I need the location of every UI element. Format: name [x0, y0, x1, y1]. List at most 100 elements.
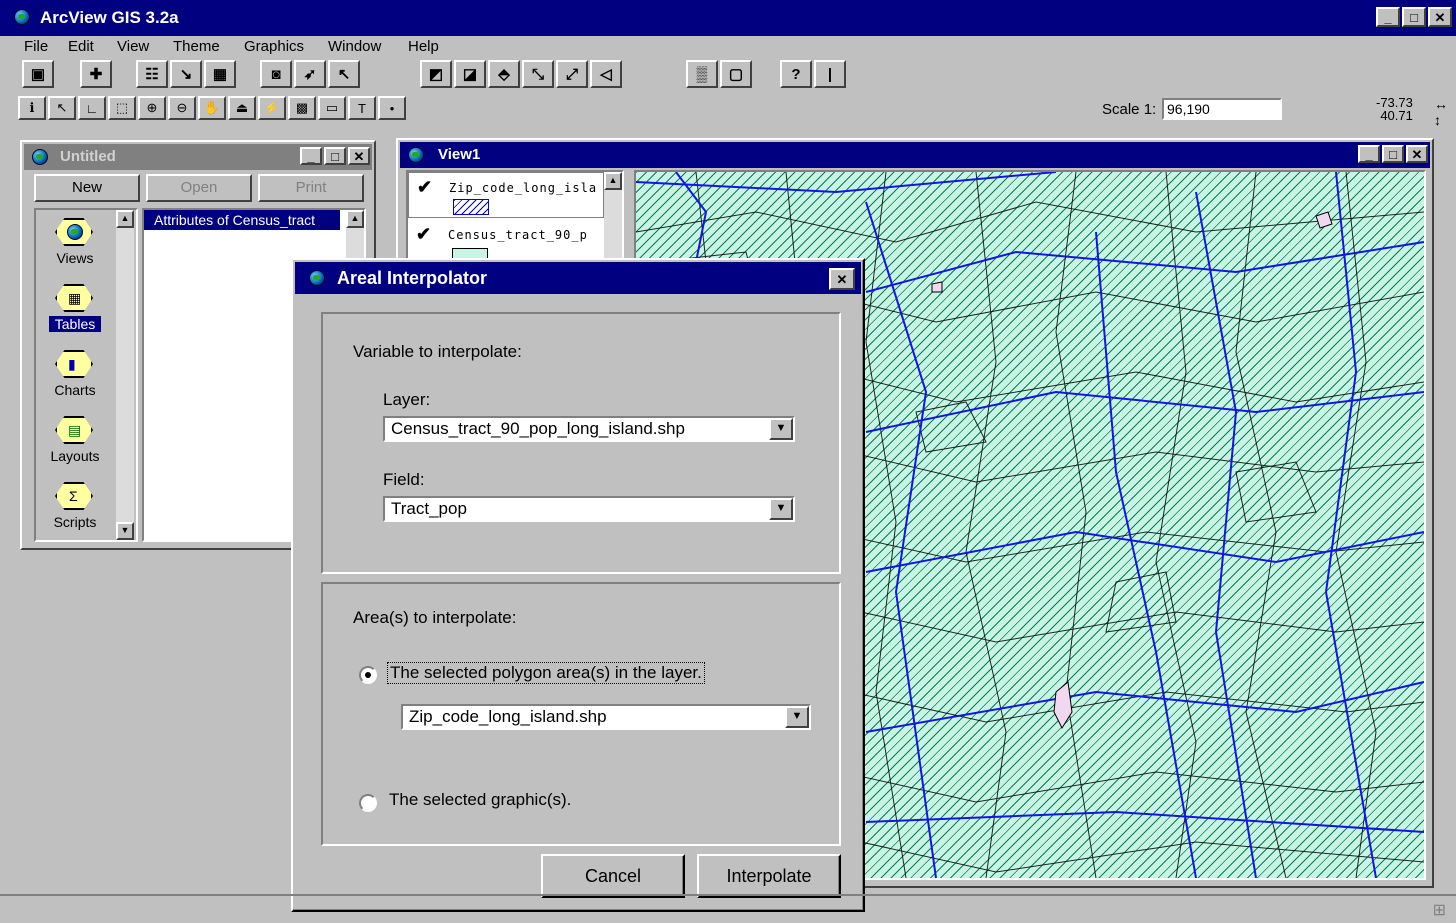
chevron-down-icon[interactable]: ▼ [769, 418, 793, 440]
measure-icon[interactable]: ⏏ [228, 96, 256, 120]
app-minimize-button[interactable]: _ [1376, 7, 1400, 27]
save-project-icon[interactable]: ▣ [22, 60, 54, 88]
zoom-selected-icon[interactable]: ⬘ [488, 60, 520, 88]
project-minimize-button[interactable]: _ [300, 147, 322, 165]
doc-type-label: Views [56, 250, 94, 266]
theme-checkbox-icon[interactable]: ✔ [417, 177, 432, 198]
project-open-button[interactable]: Open [146, 174, 252, 202]
view-minimize-button[interactable]: _ [1358, 145, 1380, 163]
query-builder-icon[interactable]: ↖ [328, 60, 360, 88]
text-tool-icon[interactable]: T [348, 96, 376, 120]
coord-arrows-icon: ↔ ↕ [1434, 96, 1448, 128]
scale-input[interactable] [1162, 98, 1282, 120]
open-table-icon[interactable]: ▦ [204, 60, 236, 88]
area-of-interest-icon[interactable]: ▩ [288, 96, 316, 120]
label-icon[interactable]: ▭ [318, 96, 346, 120]
app-title-bar[interactable]: ArcView GIS 3.2a _ □ ✕ [0, 0, 1456, 36]
field-select-value: Tract_pop [391, 499, 467, 518]
scroll-down-arrow-icon[interactable]: ▼ [116, 522, 134, 540]
hotlink-icon[interactable]: ⚡ [258, 96, 286, 120]
graphic-radio-label[interactable]: The selected graphic(s). [389, 790, 571, 810]
theme-properties-icon[interactable]: ☷ [136, 60, 168, 88]
view-globe-icon [408, 147, 424, 163]
select-features-graphic-icon[interactable]: ▒ [686, 60, 718, 88]
toc-theme-zip[interactable]: ✔ Zip_code_long_isla [408, 172, 604, 218]
menu-graphics[interactable]: Graphics [244, 38, 304, 55]
view-title-bar[interactable]: View1 _ □ ✕ [400, 142, 1430, 168]
toc-theme-census[interactable]: ✔ Census_tract_90_p [408, 220, 604, 262]
project-print-button[interactable]: Print [258, 174, 364, 202]
cancel-button[interactable]: Cancel [541, 854, 685, 898]
zoom-in-fixed-icon[interactable]: ⤡ [522, 60, 554, 88]
graphic-radio[interactable] [359, 794, 377, 812]
layer-select[interactable]: Census_tract_90_pop_long_island.shp ▼ [383, 416, 795, 442]
scale-label: Scale 1: [1102, 101, 1157, 118]
doc-type-tables[interactable]: ▦ Tables [36, 278, 114, 332]
dialog-title-bar[interactable]: Areal Interpolator ✕ [295, 262, 861, 294]
scroll-up-arrow-icon[interactable]: ▲ [346, 210, 364, 228]
app-close-button[interactable]: ✕ [1428, 7, 1452, 27]
doc-type-label: Scripts [53, 514, 97, 530]
interpolate-button[interactable]: Interpolate [697, 854, 841, 898]
find-binoculars-icon[interactable]: ◙ [260, 60, 292, 88]
doc-type-scrollbar[interactable]: ▲ ▼ [116, 210, 134, 540]
separator-tool-icon[interactable]: | [814, 60, 846, 88]
project-maximize-button[interactable]: □ [324, 147, 346, 165]
zoom-out-icon[interactable]: ⊖ [168, 96, 196, 120]
add-theme-icon[interactable]: ✚ [80, 60, 112, 88]
theme-name: Zip_code_long_isla [449, 181, 598, 195]
scroll-up-arrow-icon[interactable]: ▲ [604, 172, 622, 190]
project-title-bar[interactable]: Untitled _ □ ✕ [24, 144, 372, 170]
polygon-layer-select[interactable]: Zip_code_long_island.shp ▼ [401, 704, 811, 730]
doc-type-label: Charts [54, 382, 96, 398]
clear-selection-icon[interactable]: ▢ [720, 60, 752, 88]
menu-view[interactable]: View [117, 38, 149, 55]
chevron-down-icon[interactable]: ▼ [769, 498, 793, 520]
variable-group: Variable to interpolate: Layer: Census_t… [321, 312, 841, 574]
select-feature-icon[interactable]: ⬚ [108, 96, 136, 120]
zoom-out-fixed-icon[interactable]: ⤢ [556, 60, 588, 88]
doc-type-charts[interactable]: ▮ Charts [36, 344, 114, 398]
menu-help[interactable]: Help [408, 38, 439, 55]
help-icon[interactable]: ? [780, 60, 812, 88]
theme-name: Census_tract_90_p [448, 228, 588, 242]
dialog-close-button[interactable]: ✕ [829, 268, 855, 290]
theme-legend-swatch [453, 199, 489, 215]
doc-type-scripts[interactable]: Σ Scripts [36, 476, 114, 530]
pan-hand-icon[interactable]: ✋ [198, 96, 226, 120]
locate-address-icon[interactable]: ➶ [294, 60, 326, 88]
area-group: Area(s) to interpolate: The selected pol… [321, 582, 841, 846]
dialog-title: Areal Interpolator [337, 268, 488, 288]
field-select[interactable]: Tract_pop ▼ [383, 496, 795, 522]
theme-checkbox-icon[interactable]: ✔ [416, 224, 431, 245]
view-maximize-button[interactable]: □ [1382, 145, 1404, 163]
doc-type-views[interactable]: Views [36, 212, 114, 266]
zoom-full-extent-icon[interactable]: ◩ [420, 60, 452, 88]
edit-legend-icon[interactable]: ↘ [170, 60, 202, 88]
polygon-radio[interactable] [359, 666, 377, 684]
app-maximize-button[interactable]: □ [1402, 7, 1426, 27]
project-close-button[interactable]: ✕ [348, 147, 370, 165]
scroll-up-arrow-icon[interactable]: ▲ [116, 210, 134, 228]
menu-window[interactable]: Window [328, 38, 381, 55]
zoom-in-icon[interactable]: ⊕ [138, 96, 166, 120]
document-list-item[interactable]: Attributes of Census_tract [144, 210, 340, 230]
menu-theme[interactable]: Theme [173, 38, 220, 55]
polygon-radio-label[interactable]: The selected polygon area(s) in the laye… [387, 662, 705, 684]
zoom-active-themes-icon[interactable]: ◪ [454, 60, 486, 88]
vertex-edit-icon[interactable]: ∟ [78, 96, 106, 120]
draw-point-icon[interactable]: • [378, 96, 406, 120]
pointer-icon[interactable]: ↖ [48, 96, 76, 120]
views-globe-icon [67, 224, 83, 240]
chevron-down-icon[interactable]: ▼ [785, 706, 809, 728]
tool-bar: ℹ ↖ ∟ ⬚ ⊕ ⊖ ✋ ⏏ ⚡ ▩ ▭ T • [0, 96, 460, 126]
doc-type-layouts[interactable]: ▤ Layouts [36, 410, 114, 464]
button-bar: ▣ ✚ ☷ ↘ ▦ ◙ ➶ ↖ ◩ ◪ ⬘ ⤡ ⤢ ◁ ▒ ▢ ? | [0, 60, 880, 90]
menu-file[interactable]: File [24, 38, 48, 55]
view-close-button[interactable]: ✕ [1406, 145, 1428, 163]
menu-edit[interactable]: Edit [68, 38, 94, 55]
project-new-button[interactable]: New [34, 174, 140, 202]
identify-icon[interactable]: ℹ [18, 96, 46, 120]
zoom-previous-icon[interactable]: ◁ [590, 60, 622, 88]
resize-grip-icon[interactable]: ⊞ [1433, 900, 1446, 920]
